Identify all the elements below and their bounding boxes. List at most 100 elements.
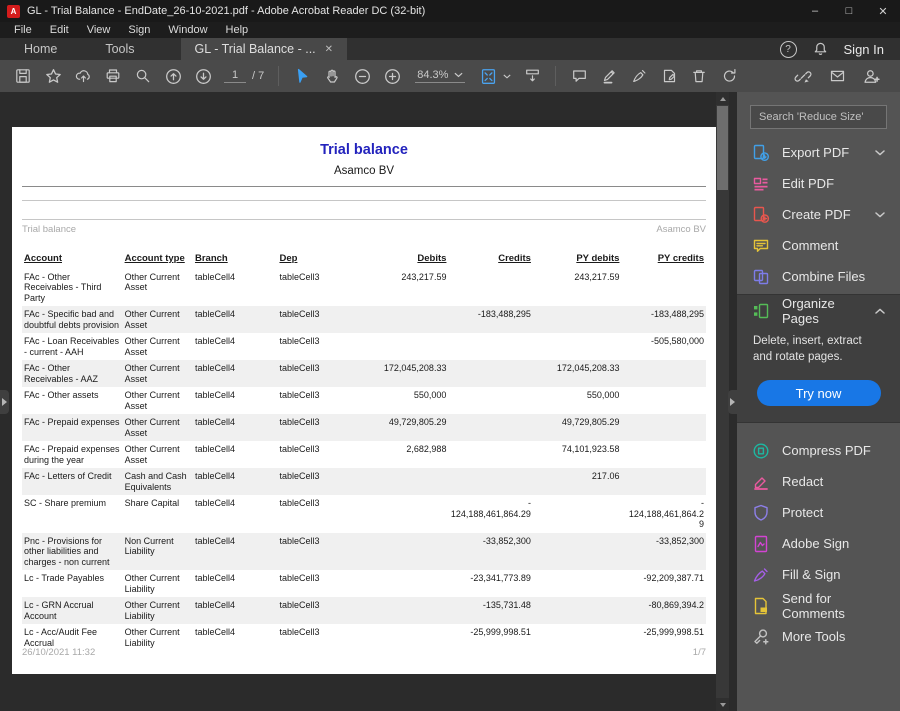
sidebar-item-label: Edit PDF <box>782 176 835 191</box>
tools-search-input[interactable] <box>750 105 887 129</box>
sidebar-item-edit-pdf[interactable]: Edit PDF <box>737 168 900 199</box>
table-cell: - 124,188,461,864.29 <box>450 498 531 519</box>
hand-tool-icon[interactable] <box>317 62 347 90</box>
sidebar-item-combine-files[interactable]: Combine Files <box>737 261 900 292</box>
sidebar-item-create-pdf[interactable]: Create PDF <box>737 199 900 230</box>
try-now-button[interactable]: Try now <box>756 380 881 407</box>
table-row: FAc - Other Receivables - Third Party Oth… <box>22 269 706 307</box>
table-cell: tableCell3 <box>279 390 320 400</box>
tools-sidebar: Export PDF Edit PDF Create PDF <box>737 92 900 711</box>
next-page-icon[interactable] <box>188 62 218 90</box>
sidebar-item-fill-sign[interactable]: Fill & Sign <box>737 559 900 590</box>
right-pane-toggle[interactable] <box>728 389 737 414</box>
column-header: Account type <box>124 253 185 264</box>
column-header: Credits <box>498 253 531 264</box>
tab-document[interactable]: GL - Trial Balance - ... ✕ <box>180 38 348 60</box>
table-cell: tableCell4 <box>194 600 236 610</box>
sidebar-item-label: Send for Comments <box>782 590 845 621</box>
sidebar-item-compress-pdf[interactable]: Compress PDF <box>737 435 900 466</box>
help-icon[interactable]: ? <box>779 40 797 58</box>
star-icon[interactable] <box>38 62 68 90</box>
titlebar: A GL - Trial Balance - EndDate_26-10-202… <box>0 0 900 22</box>
maximize-button[interactable]: □ <box>832 0 866 22</box>
table-cell: tableCell4 <box>194 471 236 481</box>
toolbar: 1 / 7 84.3% <box>0 60 900 92</box>
tab-document-label: GL - Trial Balance - ... <box>194 42 316 56</box>
sidebar-item-comment[interactable]: Comment <box>737 230 900 261</box>
select-tool-icon[interactable] <box>287 62 317 90</box>
table-cell: Lc - GRN Accrual Account <box>24 600 94 621</box>
chevron-up-icon <box>875 308 885 314</box>
previous-page-icon[interactable] <box>158 62 188 90</box>
comment-icon[interactable] <box>564 62 594 90</box>
acrobat-window: A GL - Trial Balance - EndDate_26-10-202… <box>0 0 900 711</box>
delete-icon[interactable] <box>684 62 714 90</box>
left-pane-toggle[interactable] <box>0 389 9 414</box>
table-cell: Other Current Asset <box>124 336 180 357</box>
page-fit-icon[interactable] <box>473 62 503 90</box>
organize-pages-description: Delete, insert, extract and rotate pages… <box>753 335 862 363</box>
menu-help[interactable]: Help <box>218 24 257 36</box>
link-icon[interactable] <box>788 62 818 90</box>
tab-close-icon[interactable]: ✕ <box>325 44 333 55</box>
print-icon[interactable] <box>98 62 128 90</box>
highlight-icon[interactable] <box>594 62 624 90</box>
minimize-button[interactable]: – <box>798 0 832 22</box>
scrollbar-thumb[interactable] <box>717 106 728 190</box>
table-cell: tableCell3 <box>279 417 320 427</box>
divider <box>22 200 706 201</box>
page-count-label: / 7 <box>252 70 265 82</box>
table-cell: tableCell3 <box>279 444 320 454</box>
menu-sign[interactable]: Sign <box>120 24 158 36</box>
fill-sign-pen-icon <box>752 566 770 584</box>
sidebar-item-label: Combine Files <box>782 269 866 284</box>
redo-icon[interactable] <box>714 62 744 90</box>
adobe-sign-icon <box>752 535 770 553</box>
add-account-icon[interactable] <box>856 62 886 90</box>
page-scroll-icon[interactable] <box>517 62 547 90</box>
table-row: FAc - Other Receivables - AAZ Other Curre… <box>22 360 706 387</box>
menu-edit[interactable]: Edit <box>42 24 77 36</box>
sidebar-item-more-tools[interactable]: More Tools <box>737 621 900 652</box>
page-number-input[interactable]: 1 <box>224 69 246 83</box>
table-cell <box>448 468 532 495</box>
sidebar-item-export-pdf[interactable]: Export PDF <box>737 137 900 168</box>
table-cell: tableCell4 <box>194 336 236 346</box>
save-icon[interactable] <box>8 62 38 90</box>
stamp-icon[interactable] <box>654 62 684 90</box>
fill-sign-icon[interactable] <box>624 62 654 90</box>
tab-home[interactable]: Home <box>0 38 81 60</box>
share-cloud-icon[interactable] <box>68 62 98 90</box>
table-cell: FAc - Other Receivables - Third Party <box>24 271 102 303</box>
menu-window[interactable]: Window <box>160 24 215 36</box>
scroll-up-icon[interactable] <box>716 92 729 105</box>
sidebar-item-adobe-sign[interactable]: Adobe Sign <box>737 528 900 559</box>
find-icon[interactable] <box>128 62 158 90</box>
sidebar-item-send-for-comments[interactable]: Send for Comments <box>737 590 900 621</box>
email-icon[interactable] <box>822 62 852 90</box>
table-row: FAc - Letters of Credit Cash and Cash Equ… <box>22 468 706 495</box>
table-cell: tableCell4 <box>194 390 236 400</box>
bell-icon[interactable] <box>813 41 828 57</box>
table-cell: -80,869,394.2 <box>648 600 704 610</box>
zoom-in-icon[interactable] <box>377 62 407 90</box>
table-cell: Other Current Liability <box>124 600 180 621</box>
table-cell: -183,488,295 <box>477 309 531 319</box>
table-cell: tableCell3 <box>279 271 320 282</box>
sidebar-item-protect[interactable]: Protect <box>737 497 900 528</box>
close-button[interactable]: ✕ <box>866 0 900 22</box>
menu-file[interactable]: File <box>6 24 40 36</box>
sign-in-button[interactable]: Sign In <box>844 42 884 57</box>
zoom-level-select[interactable]: 84.3% <box>415 69 466 83</box>
zoom-out-icon[interactable] <box>347 62 377 90</box>
menu-view[interactable]: View <box>79 24 119 36</box>
tab-tools[interactable]: Tools <box>81 38 158 60</box>
sidebar-item-organize-pages[interactable]: Organize Pages <box>737 295 900 326</box>
table-cell: -135,731.48 <box>482 600 531 610</box>
page-fit-caret-icon[interactable] <box>503 73 512 79</box>
sidebar-item-redact[interactable]: Redact <box>737 466 900 497</box>
scroll-down-icon[interactable] <box>716 698 729 711</box>
table-row: FAc - Prepaid expenses during the year Ot… <box>22 441 706 468</box>
table-cell: tableCell4 <box>194 444 236 454</box>
table-row: FAc - Prepaid expenses Other Current Asse… <box>22 414 706 441</box>
